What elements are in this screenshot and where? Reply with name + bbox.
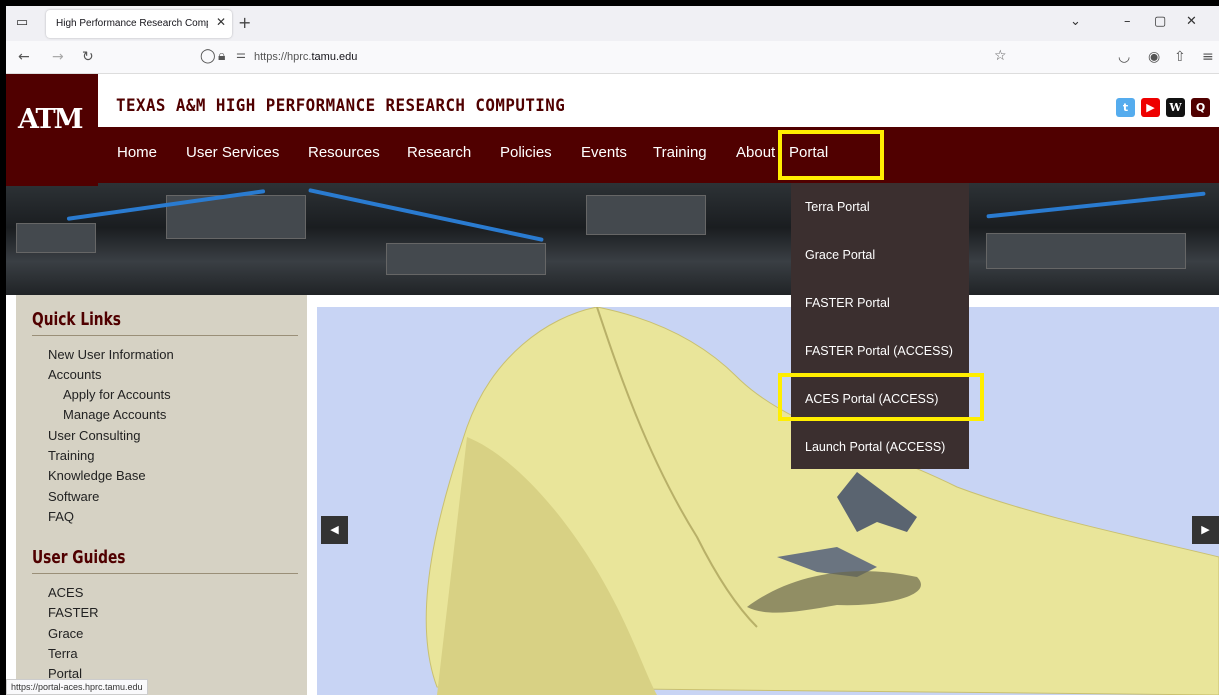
forward-icon[interactable]: → (52, 49, 64, 65)
minimize-icon[interactable]: – (1124, 14, 1131, 29)
shield-icon[interactable]: ◯ (200, 48, 216, 64)
account-icon[interactable]: ◉ (1148, 49, 1160, 65)
sidebar-link-training[interactable]: Training (48, 448, 94, 463)
cable (308, 188, 544, 242)
menu-item-policies[interactable]: Policies (500, 144, 552, 161)
server-rack (986, 233, 1186, 269)
aces-highlight-box (778, 373, 984, 421)
sidebar-link-grace[interactable]: Grace (48, 626, 83, 641)
tab-list-icon[interactable]: ▭ (14, 15, 30, 31)
logo-text: ATM (18, 104, 83, 135)
site-title[interactable]: TEXAS A&M HIGH PERFORMANCE RESEARCH COMP… (116, 96, 565, 116)
server-rack (386, 243, 546, 275)
menu-item-research[interactable]: Research (407, 144, 471, 161)
prev-slide-icon[interactable]: ◀ (321, 516, 348, 544)
search-icon[interactable]: Q (1191, 98, 1210, 117)
window-close-icon[interactable]: ✕ (1186, 14, 1197, 29)
user-guides-heading: User Guides (32, 547, 126, 568)
url-text: https://hprc.tamu.edu (254, 51, 358, 63)
extensions-icon[interactable]: ⇧ (1174, 49, 1186, 65)
sidebar-link-apply-accounts[interactable]: Apply for Accounts (63, 387, 171, 402)
tamu-logo[interactable]: ATM (6, 74, 98, 186)
plus-icon[interactable]: + (238, 13, 251, 32)
menu-item-resources[interactable]: Resources (308, 144, 380, 161)
quick-links-heading: Quick Links (32, 309, 121, 330)
menu-item-training[interactable]: Training (653, 144, 707, 161)
sidebar-link-aces[interactable]: ACES (48, 585, 83, 600)
star-icon[interactable]: ☆ (994, 48, 1007, 64)
dropdown-item-faster-portal[interactable]: FASTER Portal (805, 296, 890, 310)
sidebar-link-faq[interactable]: FAQ (48, 509, 74, 524)
simulation-image (425, 307, 1219, 695)
site-header: ATM TEXAS A&M HIGH PERFORMANCE RESEARCH … (6, 74, 1219, 186)
sidebar-link-software[interactable]: Software (48, 489, 99, 504)
pocket-icon[interactable]: ◡ (1118, 49, 1130, 65)
close-icon[interactable]: ✕ (216, 15, 226, 29)
web-page: ATM TEXAS A&M HIGH PERFORMANCE RESEARCH … (6, 74, 1219, 695)
menu-item-events[interactable]: Events (581, 144, 627, 161)
restore-icon[interactable]: ▢ (1154, 14, 1166, 29)
sidebar-link-consulting[interactable]: User Consulting (48, 428, 141, 443)
browser-tab[interactable]: High Performance Research Compu ✕ (46, 10, 232, 38)
reload-icon[interactable]: ↻ (82, 49, 94, 65)
sidebar-link-knowledge-base[interactable]: Knowledge Base (48, 468, 146, 483)
lock-icon[interactable]: 🔒︎ (218, 48, 225, 64)
tab-strip: ▭ High Performance Research Compu ✕ + ⌄ … (6, 6, 1219, 41)
sidebar-link-terra[interactable]: Terra (48, 646, 78, 661)
divider (32, 335, 298, 336)
sidebar-link-new-user[interactable]: New User Information (48, 347, 174, 362)
next-slide-icon[interactable]: ▶ (1192, 516, 1219, 544)
image-slider: ◀ ▶ (317, 307, 1219, 695)
server-rack (586, 195, 706, 235)
wikipedia-icon[interactable]: W (1166, 98, 1185, 117)
tab-title: High Performance Research Compu (56, 18, 208, 29)
portal-dropdown-menu: Terra Portal Grace Portal FASTER Portal … (791, 183, 969, 469)
cable (986, 191, 1206, 219)
dropdown-item-faster-portal-access[interactable]: FASTER Portal (ACCESS) (805, 344, 953, 358)
twitter-icon[interactable]: t (1116, 98, 1135, 117)
sidebar-link-accounts[interactable]: Accounts (48, 367, 101, 382)
browser-window: ▭ High Performance Research Compu ✕ + ⌄ … (6, 6, 1219, 695)
sidebar-link-faster[interactable]: FASTER (48, 605, 99, 620)
address-bar[interactable]: ◯ 🔒︎ ⚌ https://hprc.tamu.edu ☆ (194, 45, 1014, 70)
back-icon[interactable]: ← (18, 49, 30, 65)
main-menu: Home User Services Resources Research Po… (6, 127, 1219, 183)
dropdown-item-terra-portal[interactable]: Terra Portal (805, 200, 870, 214)
sidebar-link-manage-accounts[interactable]: Manage Accounts (63, 407, 166, 422)
dropdown-item-grace-portal[interactable]: Grace Portal (805, 248, 875, 262)
nav-bar: ← → ↻ ◯ 🔒︎ ⚌ https://hprc.tamu.edu ☆ ◡ ◉… (6, 41, 1219, 74)
youtube-icon[interactable]: ▶ (1141, 98, 1160, 117)
menu-item-about[interactable]: About (736, 144, 775, 161)
dropdown-item-launch-portal-access[interactable]: Launch Portal (ACCESS) (805, 440, 945, 454)
divider (32, 573, 298, 574)
sidebar: Quick Links New User Information Account… (16, 295, 307, 695)
hero-banner (6, 183, 1219, 295)
menu-icon[interactable]: ≡ (1202, 49, 1214, 65)
menu-item-user-services[interactable]: User Services (186, 144, 279, 161)
permissions-icon[interactable]: ⚌ (236, 48, 246, 61)
portal-highlight-box (778, 130, 884, 180)
menu-item-home[interactable]: Home (117, 144, 157, 161)
chevron-down-icon[interactable]: ⌄ (1070, 14, 1081, 29)
server-rack (16, 223, 96, 253)
status-bar-url: https://portal-aces.hprc.tamu.edu (6, 679, 148, 695)
